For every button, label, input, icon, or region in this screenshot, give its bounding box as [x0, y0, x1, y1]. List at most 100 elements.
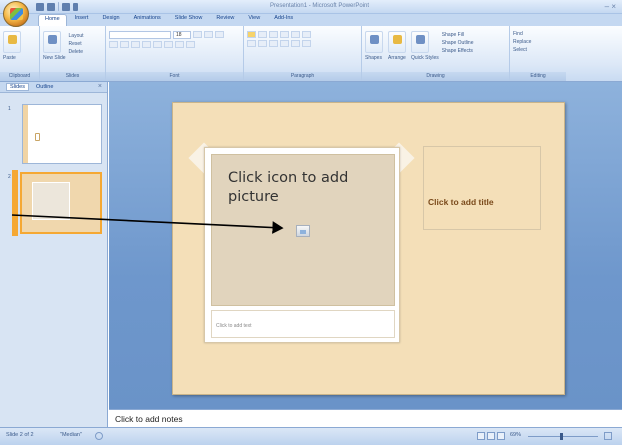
align-right-button[interactable] [269, 40, 278, 47]
tab-insert[interactable]: Insert [69, 14, 95, 26]
text-direction-button[interactable] [302, 31, 311, 38]
fit-to-window-icon[interactable] [604, 432, 612, 440]
panel-tabs: Slides Outline [0, 82, 107, 93]
paste-button[interactable] [3, 31, 21, 53]
font-size-combo[interactable]: 18 [173, 31, 191, 39]
group-slides: New Slide Layout Reset Delete Slides [40, 26, 106, 81]
slide-thumbnail-1[interactable] [22, 104, 102, 164]
group-clipboard: Paste Clipboard [0, 26, 40, 81]
delete-button[interactable]: Delete [69, 49, 84, 55]
increase-indent-button[interactable] [280, 31, 289, 38]
slide-number-1: 1 [8, 106, 11, 112]
bold-button[interactable] [109, 41, 118, 48]
picture-frame: Click icon to add picture Click to add t… [204, 147, 400, 343]
thumbnail-ornament-icon [35, 133, 40, 141]
new-slide-button[interactable] [43, 31, 61, 53]
find-button[interactable]: Find [513, 31, 563, 37]
tab-animations[interactable]: Animations [128, 14, 167, 26]
shape-outline-button[interactable]: Shape Outline [442, 40, 474, 46]
drawing-group-label: Drawing [362, 72, 509, 81]
underline-button[interactable] [131, 41, 140, 48]
theme-name: "Median" [60, 432, 82, 438]
group-font: 18 Font [106, 26, 244, 81]
justify-button[interactable] [280, 40, 289, 47]
save-icon[interactable] [36, 2, 44, 11]
shrink-font-button[interactable] [204, 31, 213, 38]
shape-effects-button[interactable]: Shape Effects [442, 48, 474, 54]
office-logo-icon [10, 8, 23, 20]
spacing-button[interactable] [164, 41, 173, 48]
italic-button[interactable] [120, 41, 129, 48]
tab-design[interactable]: Design [96, 14, 125, 26]
slide-indicator: Slide 2 of 2 [6, 432, 34, 438]
picture-placeholder[interactable]: Click icon to add picture [211, 154, 395, 306]
zoom-level[interactable]: 69% [510, 432, 521, 438]
align-center-button[interactable] [258, 40, 267, 47]
tab-outline[interactable]: Outline [33, 84, 56, 90]
undo-icon[interactable] [47, 2, 55, 11]
select-button[interactable]: Select [513, 47, 563, 53]
zoom-slider-thumb[interactable] [560, 433, 563, 440]
window-controls[interactable]: – × [605, 2, 616, 11]
align-left-button[interactable] [247, 40, 256, 47]
line-spacing-button[interactable] [291, 31, 300, 38]
normal-view-icon[interactable] [477, 432, 485, 440]
slide-thumbnail-2[interactable] [20, 172, 102, 234]
numbering-button[interactable] [258, 31, 267, 38]
close-panel-icon[interactable]: × [98, 83, 102, 90]
tab-home[interactable]: Home [38, 14, 67, 26]
shapes-button[interactable] [365, 31, 383, 53]
slide-workspace: Click icon to add picture Click to add t… [109, 82, 622, 409]
title-placeholder-text: Click to add title [428, 197, 494, 207]
redo-icon[interactable] [62, 2, 70, 11]
spelling-check-icon[interactable] [95, 432, 103, 440]
slide-show-view-icon[interactable] [497, 432, 505, 440]
bullets-button[interactable] [247, 31, 256, 38]
tab-slide-show[interactable]: Slide Show [169, 14, 209, 26]
new-slide-label: New Slide [43, 55, 66, 61]
tab-add-ins[interactable]: Add-Ins [268, 14, 299, 26]
reset-button[interactable]: Reset [69, 41, 84, 47]
title-bar: Presentation1 - Microsoft PowerPoint – × [0, 0, 622, 14]
notes-pane[interactable]: Click to add notes [109, 409, 622, 427]
ribbon: Paste Clipboard New Slide Layout Reset D… [0, 26, 622, 82]
decrease-indent-button[interactable] [269, 31, 278, 38]
quick-access-toolbar [36, 2, 78, 11]
slide-canvas[interactable]: Click icon to add picture Click to add t… [172, 102, 565, 395]
group-editing: Find Replace Select Editing [510, 26, 566, 81]
font-color-button[interactable] [186, 41, 195, 48]
slides-panel: Slides Outline × 1 2 [0, 82, 108, 427]
font-name-combo[interactable] [109, 31, 171, 39]
slide-sorter-view-icon[interactable] [487, 432, 495, 440]
strikethrough-button[interactable] [142, 41, 151, 48]
title-placeholder[interactable]: Click to add title [423, 146, 541, 230]
office-button[interactable] [3, 1, 29, 27]
quick-styles-button[interactable] [411, 31, 429, 53]
tab-slides[interactable]: Slides [6, 83, 29, 91]
arrange-label: Arrange [388, 55, 406, 61]
tab-view[interactable]: View [242, 14, 266, 26]
caption-placeholder-text: Click to add text [216, 323, 252, 329]
zoom-slider[interactable] [528, 436, 598, 437]
arrange-button[interactable] [388, 31, 406, 53]
clipboard-group-label: Clipboard [0, 72, 39, 81]
smartart-button[interactable] [302, 40, 311, 47]
tab-review[interactable]: Review [210, 14, 240, 26]
selected-slide-indicator [12, 170, 18, 236]
slides-group-label: Slides [40, 72, 105, 81]
caption-placeholder[interactable]: Click to add text [211, 310, 395, 338]
insert-picture-icon[interactable] [296, 225, 310, 237]
customize-qat-icon[interactable] [73, 2, 78, 11]
grow-font-button[interactable] [193, 31, 202, 38]
layout-button[interactable]: Layout [69, 33, 84, 39]
qat-separator [58, 2, 59, 11]
shadow-button[interactable] [153, 41, 162, 48]
window-title: Presentation1 - Microsoft PowerPoint [270, 3, 370, 9]
columns-button[interactable] [291, 40, 300, 47]
replace-button[interactable]: Replace [513, 39, 563, 45]
shape-fill-button[interactable]: Shape Fill [442, 32, 474, 38]
clear-format-button[interactable] [215, 31, 224, 38]
change-case-button[interactable] [175, 41, 184, 48]
shapes-label: Shapes [365, 55, 382, 61]
picture-placeholder-text: Click icon to add picture [228, 170, 349, 205]
